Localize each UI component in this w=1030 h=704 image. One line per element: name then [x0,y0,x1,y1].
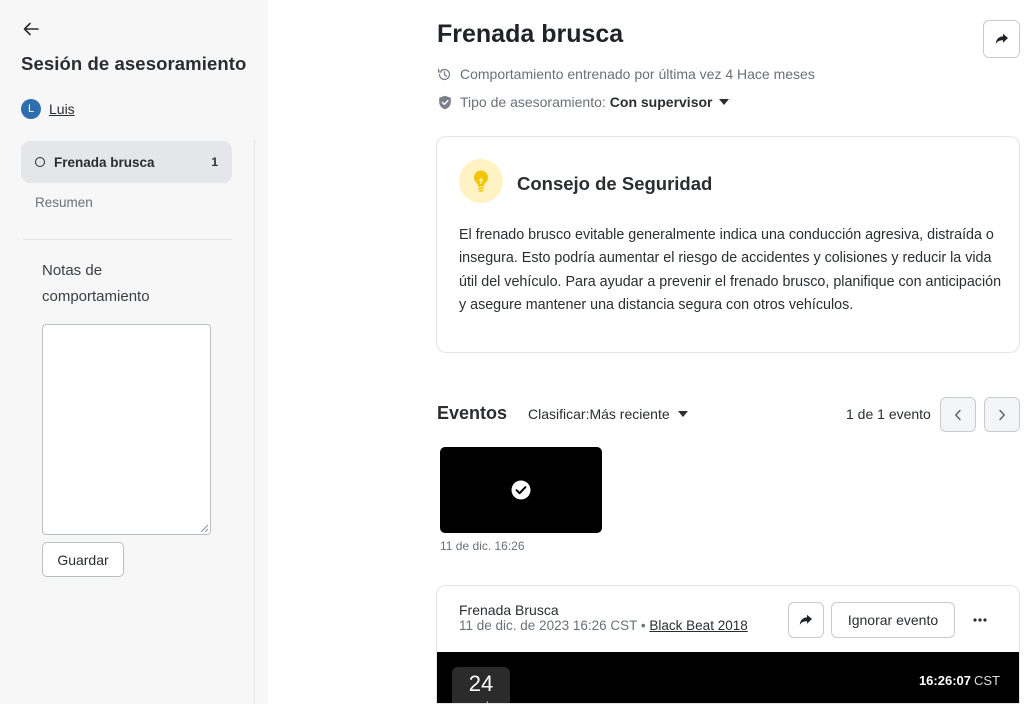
page-title: Frenada brusca [437,20,624,48]
video-time: 16:26:07 [918,673,971,688]
coaching-sidebar: Sesión de asesoramiento L Luis Frenada b… [0,0,268,704]
speed-value: 24 [468,671,494,696]
chevron-left-icon [955,409,961,420]
chevron-down-icon [718,99,729,105]
sidebar-item-summary[interactable]: Resumen [35,195,93,210]
coaching-type-label: Tipo de asesoramiento: [460,94,606,110]
arrow-left-icon [23,22,39,36]
tip-title: Consejo de Seguridad [517,173,713,194]
coaching-type-dropdown[interactable]: Con supervisor [610,94,729,110]
event-datetime: 11 de dic. de 2023 16:26 CST [459,618,638,633]
divider [23,239,232,240]
driver-row: L Luis [21,99,75,119]
coaching-type-value: Con supervisor [609,94,713,110]
save-button[interactable]: Guardar [42,542,124,577]
event-video-player[interactable]: 24 mph 16:26:07CST [437,652,1019,703]
event-meta: 11 de dic. de 2023 16:26 CST • Black Bea… [459,618,748,633]
tip-body: El frenado brusco evitable generalmente … [459,227,1002,313]
share-button[interactable] [983,20,1020,58]
last-trained-text: Comportamiento entrenado por última vez … [460,66,815,82]
meta-separator: • [640,618,646,633]
ignore-event-button[interactable]: Ignorar evento [831,602,955,638]
back-button[interactable] [20,18,42,40]
sidebar-item-frenada-brusca[interactable]: Frenada brusca 1 [21,141,232,183]
sort-label: Clasificar: [528,406,590,422]
video-timestamp: 16:26:07 CST [919,673,1000,688]
last-trained-row: Comportamiento entrenado por última vez … [437,66,815,82]
driver-name-link[interactable]: Luis [49,101,75,117]
coaching-type-row: Tipo de asesoramiento: Con supervisor [437,94,729,110]
sidebar-item-count: 1 [211,155,218,169]
sort-value: Más reciente [589,406,670,422]
avatar: L [21,99,41,119]
lightbulb-badge [459,159,503,203]
notes-textarea[interactable] [42,324,211,535]
thumbnail-date: 11 de dic. 16:26 [440,539,525,553]
chevron-down-icon [677,411,688,417]
next-event-button[interactable] [984,397,1020,432]
chevron-right-icon [999,409,1005,420]
notes-label: Notas de comportamiento [42,262,150,305]
history-icon [437,67,452,82]
event-name: Frenada Brusca [459,602,559,618]
resize-grip-icon[interactable] [200,524,209,533]
lightbulb-icon [474,170,488,192]
sidebar-item-label: Frenada brusca [54,154,155,170]
event-detail-card: Frenada Brusca 11 de dic. de 2023 16:26 … [436,585,1020,704]
more-options-button[interactable] [965,608,995,632]
previous-event-button[interactable] [940,397,976,432]
check-circle-icon [511,480,531,500]
video-timezone: CST [974,673,1000,688]
vehicle-link[interactable]: Black Beat 2018 [649,618,747,633]
safety-tip-card: Consejo de Seguridad El frenado brusco e… [436,136,1020,353]
sort-dropdown[interactable]: Clasificar: Más reciente [528,406,688,422]
share-arrow-icon [799,614,812,625]
events-heading: Eventos [437,403,508,423]
circle-status-icon [35,157,45,167]
divider [254,140,255,704]
event-thumbnail[interactable] [440,447,602,533]
event-count: 1 de 1 evento [846,406,931,422]
speed-overlay: 24 mph [452,667,510,703]
event-share-button[interactable] [788,602,824,638]
sidebar-title: Sesión de asesoramiento [21,53,247,74]
more-horizontal-icon [973,618,987,622]
shield-check-icon [437,95,452,110]
share-arrow-icon [995,33,1008,44]
